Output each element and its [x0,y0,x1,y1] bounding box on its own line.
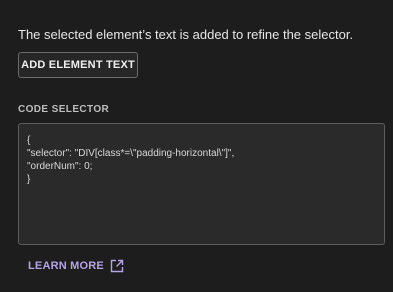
code-selector-label: CODE SELECTOR [18,104,110,115]
selector-panel: The selected element’s text is added to … [0,0,393,292]
code-line: { [27,135,31,146]
code-line: } [27,174,31,185]
code-selector-box[interactable]: { "selector": "DIV[class*=\"padding-hori… [18,123,385,245]
learn-more-label: LEARN MORE [28,260,104,272]
learn-more-link[interactable]: LEARN MORE [28,259,124,273]
add-element-text-button[interactable]: ADD ELEMENT TEXT [18,52,138,78]
code-line: "orderNum": 0; [27,161,93,172]
description-text: The selected element’s text is added to … [18,27,354,42]
code-line: "selector": "DIV[class*=\"padding-horizo… [27,148,235,159]
external-link-icon [110,259,124,273]
